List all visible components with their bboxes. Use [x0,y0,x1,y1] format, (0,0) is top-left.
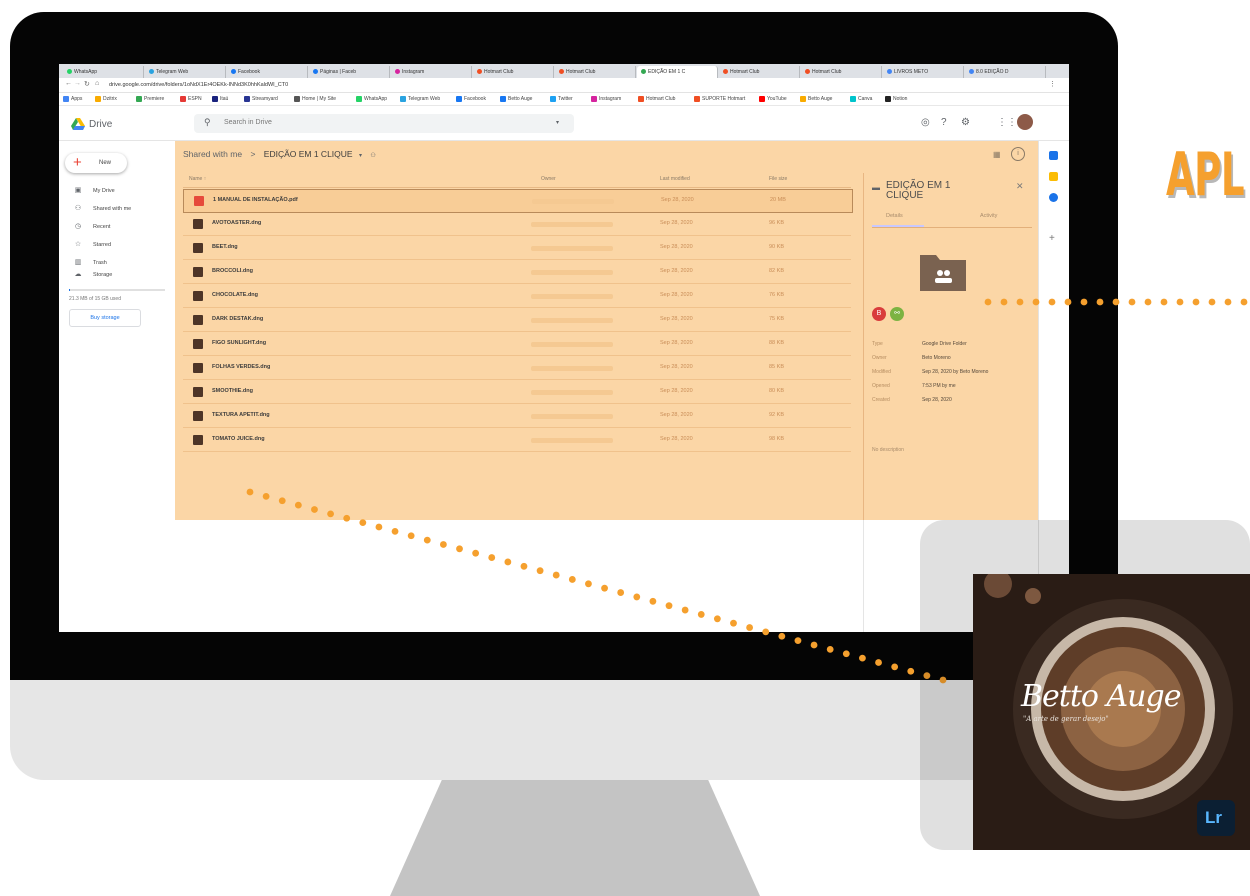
connector-dot [891,663,899,671]
connector-dot [826,645,834,653]
connector-dot [713,615,721,623]
promo-card: Betto Auge "A arte de gerar desejo" Lr [973,574,1250,850]
dotted-line-to-promo [246,488,947,684]
connector-dot [875,659,882,666]
connector-dot [359,519,367,527]
connector-dot [262,492,270,500]
connector-dot [794,637,802,645]
connector-dot [1032,298,1040,306]
connector-dot [343,514,351,522]
connector-dot [1240,298,1248,306]
connector-dot [568,576,576,583]
connector-dot [1224,298,1232,306]
lightroom-badge-text: Lr [1205,808,1222,827]
connector-dot [649,597,657,605]
connector-dot [1000,298,1008,306]
connector-dot [375,523,383,531]
dotted-line-to-headline [984,298,1248,306]
connector-dot [681,606,689,614]
connector-dot [472,549,480,557]
connector-dot [1048,298,1056,306]
connector-dot [633,593,641,601]
connector-dot [439,541,447,548]
connector-dot [1016,298,1024,306]
connector-dot [778,632,786,640]
connector-dot [585,580,592,588]
connector-dot [810,641,818,649]
connector-dot [1064,298,1072,306]
connector-dot [1144,298,1152,306]
connector-dot [552,571,560,579]
connector-dot [391,527,399,535]
connector-dot [665,602,673,610]
connector-dot [984,298,992,306]
brand-tagline: "A arte de gerar desejo" [1023,715,1109,723]
connector-dot [488,554,496,561]
connector-dot [730,619,737,627]
connector-dot [423,536,431,544]
connector-dot [697,611,705,618]
connector-dot [1112,298,1120,306]
connector-dot [1096,298,1104,306]
connector-dot [1176,298,1184,306]
connector-dot [907,667,915,675]
connector-dot [746,624,754,631]
connector-dot [407,532,415,540]
connector-dot [246,488,254,496]
connector-dot [859,654,866,662]
connector-dot [456,545,463,553]
connector-dot [842,650,850,658]
connector-dot [504,558,512,566]
headline-text: APL [1166,140,1245,210]
connector-dot [311,506,318,513]
connector-dot [520,562,528,570]
connector-dot [294,501,302,509]
connector-dot [617,589,625,596]
connector-dot [278,497,286,505]
connector-dot [1160,298,1168,306]
connector-dot [601,584,608,592]
connector-dot [1080,298,1088,306]
connector-dot [1208,298,1216,306]
connector-dot [536,567,544,575]
connector-dot [762,628,770,636]
brand-logo-text: Betto Auge [1021,679,1181,714]
connector-dot [327,510,334,518]
connector-dot [1192,298,1200,306]
connector-dot [1128,298,1136,306]
lightroom-badge: Lr [1197,800,1235,836]
